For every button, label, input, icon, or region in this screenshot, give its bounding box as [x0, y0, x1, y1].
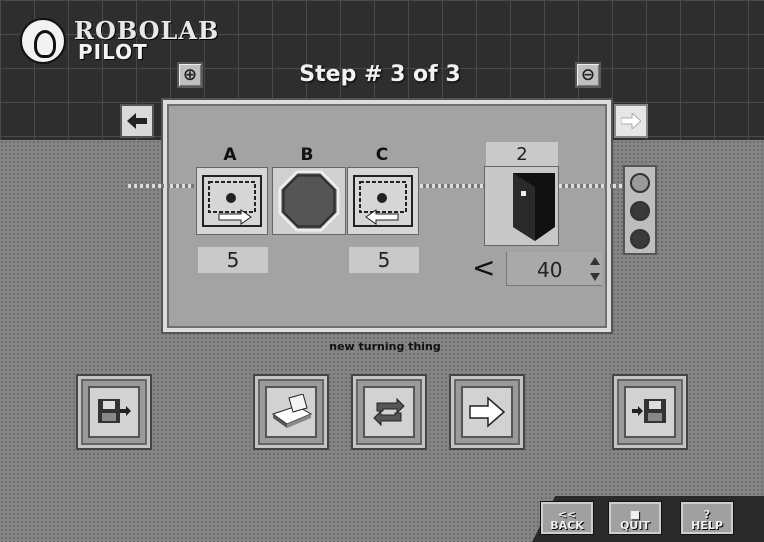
robolab-pilot-logo: ROBOLAB PILOT — [20, 14, 220, 68]
arrow-right-icon — [621, 113, 641, 129]
save-disk-icon — [98, 399, 131, 423]
light-top-icon — [630, 173, 650, 193]
stop-octagon-icon — [278, 170, 340, 232]
light-middle-icon — [630, 201, 650, 221]
motor-reverse-icon — [353, 175, 413, 227]
quit-label: QUIT — [620, 519, 650, 532]
play-arrow-icon — [469, 396, 506, 428]
load-program-button[interactable] — [614, 376, 686, 448]
threshold-spinner-icon[interactable] — [589, 256, 601, 282]
program-caption: new turning thing — [329, 340, 441, 353]
minus-icon: ⊖ — [580, 64, 596, 85]
help-button[interactable]: ? HELP — [681, 502, 733, 534]
motor-c-power[interactable]: 5 — [349, 247, 419, 273]
zoom-in-button[interactable]: ⊕ — [177, 62, 203, 88]
loop-arrows-icon — [373, 397, 405, 427]
traffic-light — [623, 165, 657, 255]
light-sensor-block[interactable] — [484, 166, 559, 246]
rcx-download-icon — [271, 394, 313, 428]
repeat-program-button[interactable] — [353, 376, 425, 448]
motor-forward-icon — [202, 175, 262, 227]
logo-subtitle: PILOT — [78, 40, 148, 64]
light-sensor-icon — [513, 173, 555, 241]
quit-button[interactable]: ■ QUIT — [609, 502, 661, 534]
threshold-field[interactable]: 40 — [506, 252, 602, 286]
help-label: HELP — [691, 519, 723, 532]
download-program-button[interactable] — [255, 376, 327, 448]
save-program-button[interactable] — [78, 376, 150, 448]
step-title: Step # 3 of 3 — [299, 62, 461, 87]
zoom-out-button[interactable]: ⊖ — [575, 62, 601, 88]
previous-step-button[interactable] — [120, 104, 154, 138]
run-program-button[interactable] — [451, 376, 523, 448]
sensor-port-number[interactable]: 2 — [486, 142, 558, 166]
port-label-b: B — [300, 145, 314, 165]
plus-icon: ⊕ — [182, 64, 198, 85]
arrow-left-icon — [127, 113, 147, 129]
back-label: BACK — [550, 519, 584, 532]
wire-right — [559, 184, 625, 188]
motor-a-power[interactable]: 5 — [198, 247, 268, 273]
compare-symbol[interactable]: < — [472, 252, 495, 284]
robolab-badge-icon — [20, 18, 66, 64]
back-button[interactable]: << BACK — [541, 502, 593, 534]
light-bottom-icon — [630, 229, 650, 249]
motor-c-reverse-block[interactable] — [347, 167, 419, 235]
threshold-value: 40 — [537, 258, 563, 282]
next-step-button[interactable] — [614, 104, 648, 138]
motor-a-forward-block[interactable] — [196, 167, 268, 235]
port-label-c: C — [375, 145, 389, 165]
wire-left — [128, 184, 194, 188]
load-disk-icon — [632, 399, 666, 423]
port-label-a: A — [223, 145, 237, 165]
wire-middle — [420, 184, 484, 188]
port-b-stop-block[interactable] — [272, 167, 346, 235]
